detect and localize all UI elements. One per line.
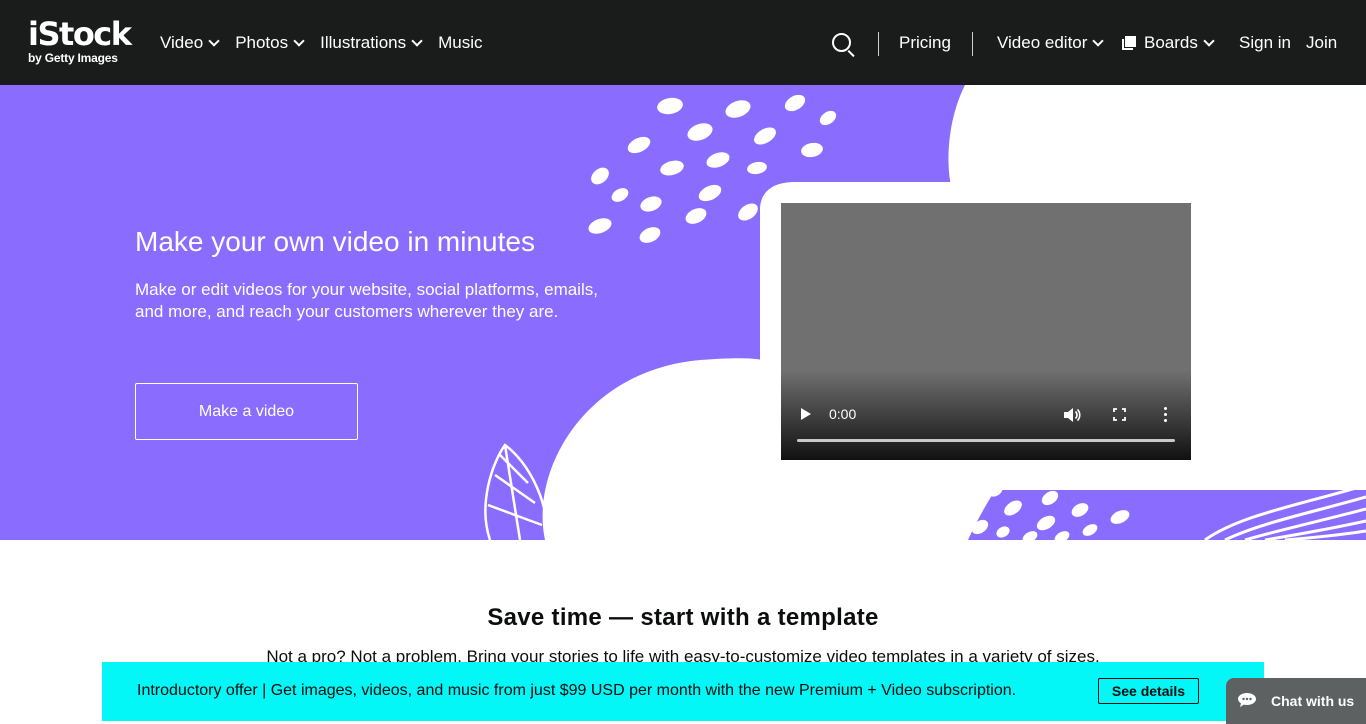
see-details-button[interactable]: See details — [1098, 678, 1199, 704]
chevron-down-icon — [1092, 35, 1105, 47]
chevron-down-icon — [1203, 35, 1215, 47]
search-icon-handle — [847, 50, 855, 58]
video-editor-label: Video editor — [997, 33, 1088, 52]
nav-photos-label: Photos — [235, 32, 289, 52]
chat-bubble-icon — [1238, 693, 1256, 707]
logo-brand: iStock — [28, 15, 132, 53]
top-navigation-bar: iStock by Getty Images Video Photos Illu… — [0, 0, 1366, 85]
nav-video-label: Video — [160, 32, 204, 52]
nav-video[interactable]: Video — [160, 32, 220, 53]
video-time: 0:00 — [829, 406, 857, 422]
fullscreen-icon[interactable] — [1113, 408, 1126, 421]
chat-label: Chat with us — [1271, 693, 1355, 709]
boards-menu[interactable]: Boards — [1122, 32, 1215, 54]
logo-subtitle: by Getty Images — [28, 51, 118, 65]
nav-divider — [878, 32, 879, 56]
nav-illustrations-label: Illustrations — [320, 32, 407, 52]
main-nav: Video Photos Illustrations Music — [160, 0, 500, 85]
video-player[interactable]: 0:00 — [781, 203, 1191, 460]
make-a-video-button[interactable]: Make a video — [135, 383, 358, 440]
templates-title: Save time — start with a template — [487, 604, 879, 631]
hero-subtitle: Make or edit videos for your website, so… — [135, 280, 598, 321]
search-icon[interactable] — [832, 33, 855, 58]
chevron-down-icon — [411, 34, 423, 47]
nav-music[interactable]: Music — [438, 33, 482, 53]
boards-label: Boards — [1144, 33, 1198, 52]
nav-music-label: Music — [438, 32, 483, 52]
volume-icon[interactable] — [1063, 407, 1081, 423]
sign-in-label: Sign in — [1239, 33, 1291, 52]
account-nav: Pricing Video editor Boards Sign in Join — [806, 0, 1366, 85]
chevron-down-icon — [208, 34, 220, 47]
pricing-link[interactable]: Pricing — [899, 32, 951, 54]
nav-divider — [972, 32, 973, 56]
istock-logo[interactable]: iStock by Getty Images — [28, 18, 138, 68]
hero-title: Make your own video in minutes — [135, 226, 535, 257]
pricing-label: Pricing — [899, 33, 951, 52]
chat-with-us-button[interactable]: Chat with us — [1226, 678, 1366, 724]
play-icon[interactable] — [801, 408, 811, 420]
chevron-down-icon — [293, 34, 305, 47]
nav-photos[interactable]: Photos — [235, 32, 305, 53]
video-progress-bar[interactable] — [797, 439, 1175, 442]
nav-illustrations[interactable]: Illustrations — [320, 32, 423, 53]
sign-in-link[interactable]: Sign in — [1239, 32, 1291, 54]
join-link[interactable]: Join — [1306, 32, 1337, 54]
promo-banner-text: Introductory offer | Get images, videos,… — [137, 682, 1017, 699]
more-options-icon[interactable] — [1164, 407, 1168, 422]
hero-section: Make your own video in minutes Make or e… — [0, 85, 1366, 540]
video-editor-menu[interactable]: Video editor — [997, 32, 1105, 54]
promo-banner: Introductory offer | Get images, videos,… — [102, 662, 1264, 721]
boards-icon — [1122, 36, 1136, 50]
join-label: Join — [1306, 33, 1338, 52]
